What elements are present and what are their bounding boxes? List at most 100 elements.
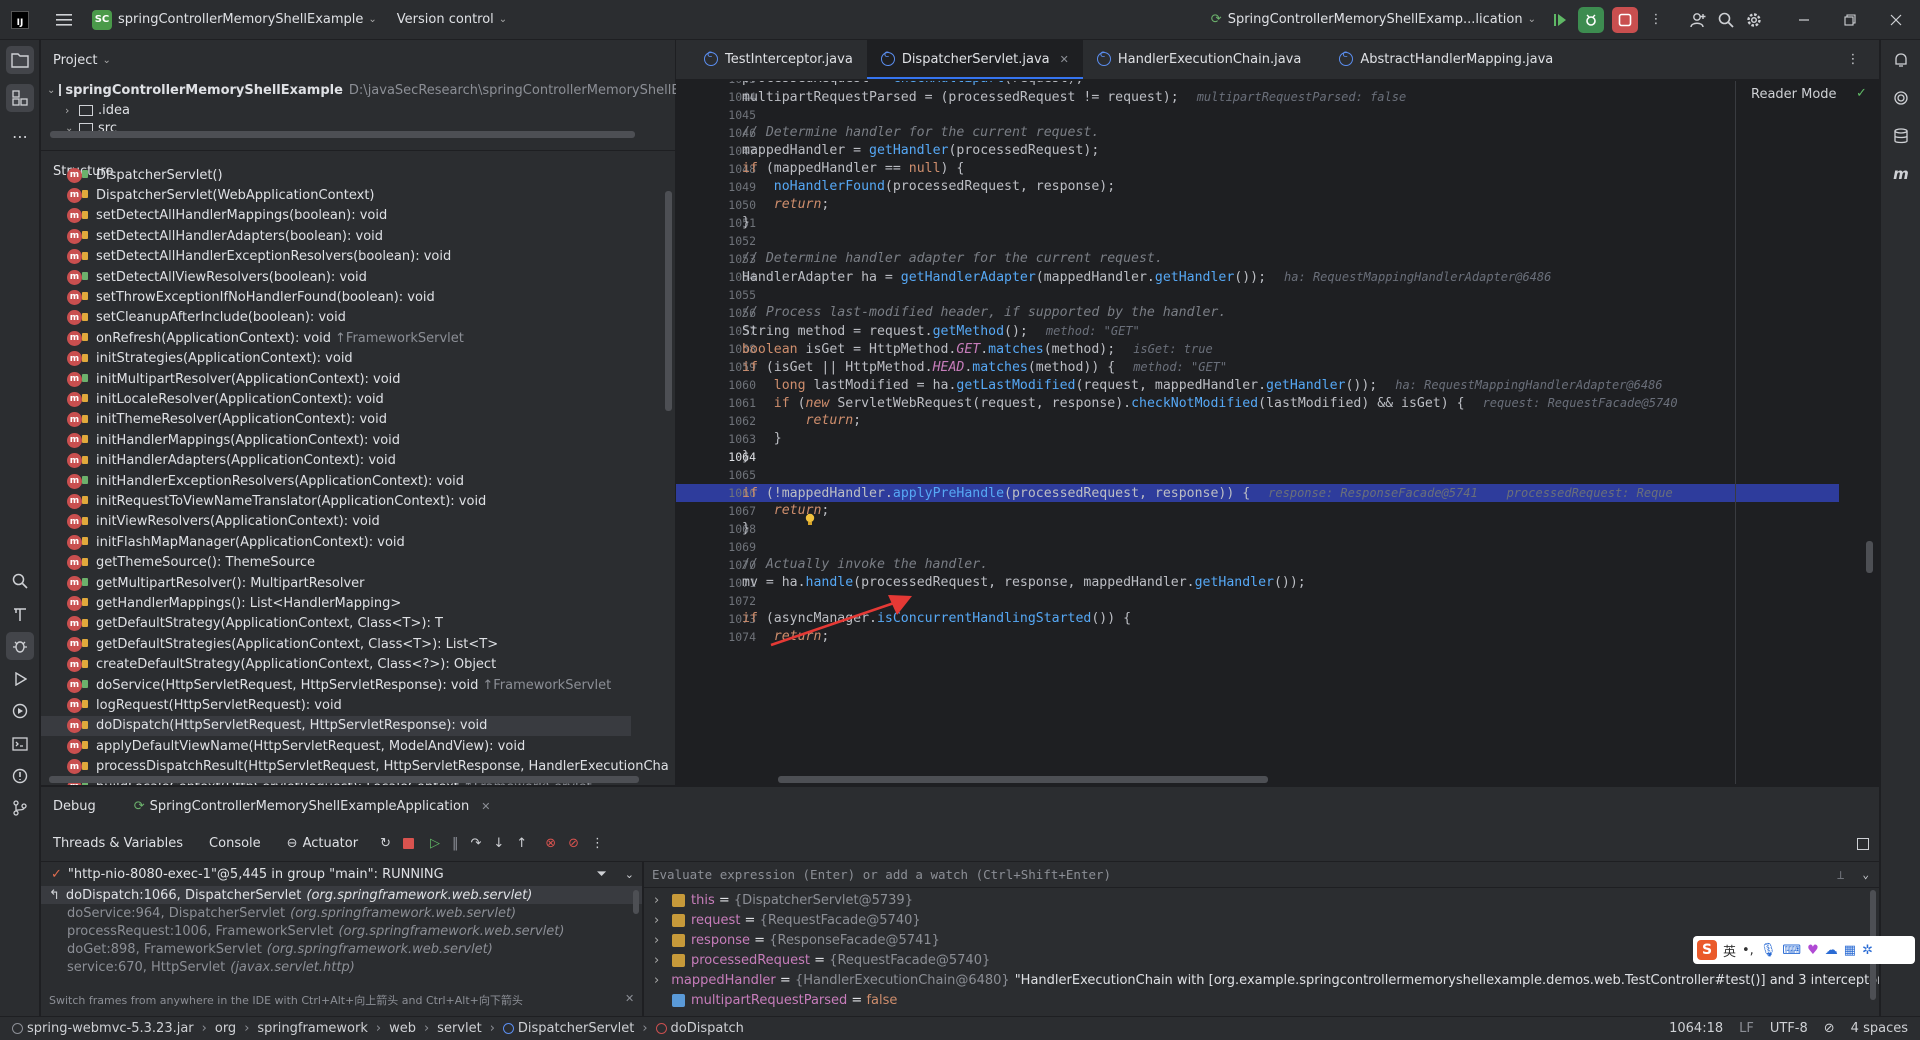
structure-item[interactable]: m doService(HttpServletRequest, HttpServl… <box>41 675 631 695</box>
structure-item[interactable]: m setDetectAllViewResolvers(boolean): voi… <box>41 267 631 287</box>
code-line[interactable]: 1049 noHandlerFound(processedRequest, re… <box>676 178 1879 196</box>
chevron-right-icon[interactable]: › <box>654 893 666 908</box>
structure-item[interactable]: m initStrategies(ApplicationContext): voi… <box>41 349 631 369</box>
stack-frame[interactable]: service:670, HttpServlet (javax.servlet.h… <box>41 958 642 976</box>
code-line[interactable]: 1065 <box>676 466 1879 484</box>
structure-item[interactable]: m setDetectAllHandlerExceptionResolvers(b… <box>41 247 631 267</box>
evaluate-expression-input[interactable]: Evaluate expression (Enter) or add a wat… <box>644 862 1879 888</box>
close-icon[interactable]: ✕ <box>1060 53 1069 66</box>
code-line[interactable]: 1064} <box>676 448 1879 466</box>
debug-icon[interactable] <box>6 632 34 660</box>
code-line[interactable]: 1052 <box>676 232 1879 250</box>
code-line[interactable]: 1057 String method = request.getMethod();… <box>676 322 1879 340</box>
stack-frame[interactable]: doService:964, DispatcherServlet (org.spr… <box>41 904 642 922</box>
structure-item[interactable]: m DispatcherServlet(WebApplicationContext… <box>41 185 631 205</box>
structure-item[interactable]: m initRequestToViewNameTranslator(Applica… <box>41 491 631 511</box>
code-line[interactable]: 1050 return; <box>676 196 1879 214</box>
resume-icon[interactable]: ▷ <box>430 836 440 851</box>
code-line[interactable]: 1055 <box>676 286 1879 304</box>
tab-dispatcher-servlet[interactable]: DispatcherServlet.java ✕ <box>866 39 1083 79</box>
structure-item[interactable]: m initViewResolvers(ApplicationContext): … <box>41 512 631 532</box>
ime-lang-label[interactable]: 英 <box>1723 941 1736 960</box>
close-icon[interactable]: ✕ <box>481 800 490 813</box>
structure-item[interactable]: m getDefaultStrategy(ApplicationContext, … <box>41 614 631 634</box>
code-line[interactable]: 1046// Determine handler for the current… <box>676 124 1879 142</box>
breadcrumb-item[interactable]: org <box>215 1021 236 1036</box>
tab-options-icon[interactable]: ⋮ <box>1839 39 1867 79</box>
chevron-right-icon[interactable]: › <box>654 953 666 968</box>
chevron-down-icon[interactable]: ⌄ <box>625 868 634 881</box>
step-into-icon[interactable]: ↓ <box>493 836 504 851</box>
structure-item[interactable]: m doDispatch(HttpServletRequest, HttpServ… <box>41 715 631 736</box>
structure-item[interactable]: m getDefaultStrategies(ApplicationContext… <box>41 634 631 654</box>
services-icon[interactable] <box>6 697 34 725</box>
close-icon[interactable] <box>1882 6 1910 34</box>
structure-item[interactable]: m logRequest(HttpServletRequest): void <box>41 695 631 715</box>
thread-selector[interactable]: ✓ "http-nio-8080-exec-1"@5,445 in group … <box>41 862 642 886</box>
tab-threads-variables[interactable]: Threads & Variables <box>53 826 183 862</box>
structure-icon[interactable] <box>6 84 34 112</box>
project-panel-header[interactable]: Project ⌄ <box>41 40 675 80</box>
code-line[interactable]: 1045 <box>676 106 1879 124</box>
debug-rerun-button[interactable] <box>1578 6 1604 33</box>
git-icon[interactable] <box>6 794 34 822</box>
structure-item[interactable]: m setThrowExceptionIfNoHandlerFound(boole… <box>41 287 631 307</box>
punctuation-icon[interactable]: •, <box>1742 943 1754 958</box>
add-watch-icon[interactable]: ⊥ <box>1837 867 1845 882</box>
chevron-right-icon[interactable]: › <box>654 933 666 948</box>
search-icon[interactable] <box>6 567 34 595</box>
breadcrumb-item[interactable]: servlet <box>437 1021 482 1036</box>
folder-icon[interactable] <box>6 46 34 74</box>
ime-toolbar[interactable]: S 英 •, 🎙 ⌨ ♥ ☁ ▦ ✲ <box>1693 936 1915 964</box>
structure-item[interactable]: m setDetectAllHandlerAdapters(boolean): v… <box>41 226 631 246</box>
reader-mode-button[interactable]: Reader Mode <box>1751 87 1837 102</box>
notifications-icon[interactable] <box>1887 46 1915 74</box>
rerun-icon[interactable]: ↻ <box>380 836 391 851</box>
structure-item[interactable]: m getHandlerMappings(): List<HandlerMappi… <box>41 593 631 613</box>
grid-icon[interactable]: ▦ <box>1844 943 1856 958</box>
ai-assistant-icon[interactable] <box>1887 84 1915 112</box>
code-line[interactable]: 1054 HandlerAdapter ha = getHandlerAdapte… <box>676 268 1879 286</box>
code-line[interactable]: 1061 if (new ServletWebRequest(request, … <box>676 394 1879 412</box>
minimize-icon[interactable] <box>1790 6 1818 34</box>
add-user-icon[interactable] <box>1684 6 1712 34</box>
run-config-selector[interactable]: ⟳ SpringControllerMemoryShellExamp...lic… <box>1211 12 1536 27</box>
tab-test-interceptor[interactable]: TestInterceptor.java <box>690 39 867 79</box>
structure-item[interactable]: m setCleanupAfterInclude(boolean): void <box>41 308 631 328</box>
resume-icon[interactable] <box>1546 6 1574 34</box>
stack-frame[interactable]: ↰ doDispatch:1066, DispatcherServlet (org.… <box>41 886 642 904</box>
breadcrumb-item[interactable]: doDispatch <box>655 1021 744 1036</box>
code-line[interactable]: 1060 long lastModified = ha.getLastModif… <box>676 376 1879 394</box>
code-line[interactable]: 1056// Process last-modified header, if … <box>676 304 1879 322</box>
caret-position[interactable]: 1064:18 <box>1669 1021 1723 1036</box>
code-line[interactable]: 1044 multipartRequestParsed = (processedR… <box>676 88 1879 106</box>
variable-row[interactable]: › this = {DispatcherServlet@5739} <box>644 890 1879 910</box>
structure-item[interactable]: m DispatcherServlet() <box>41 165 631 185</box>
tab-abstract-handler-mapping[interactable]: AbstractHandlerMapping.java <box>1325 39 1567 79</box>
code-line[interactable]: 1067 return; <box>676 502 1879 520</box>
lightbulb-icon[interactable] <box>804 513 816 527</box>
stack-frame[interactable]: processRequest:1006, FrameworkServlet (or… <box>41 922 642 940</box>
chevron-right-icon[interactable]: › <box>654 913 666 928</box>
code-line[interactable]: 1058 boolean isGet = HttpMethod.GET.match… <box>676 340 1879 358</box>
tab-actuator[interactable]: ⊖ Actuator <box>287 836 358 851</box>
debug-session-tab[interactable]: ⟳ SpringControllerMemoryShellExampleAppl… <box>134 799 491 814</box>
code-line[interactable]: 1051} <box>676 214 1879 232</box>
structure-item[interactable]: m initHandlerExceptionResolvers(Applicati… <box>41 471 631 491</box>
code-line[interactable]: 1053// Determine handler adapter for the… <box>676 250 1879 268</box>
structure-item[interactable]: m initHandlerAdapters(ApplicationContext)… <box>41 451 631 471</box>
structure-item[interactable]: m initLocaleResolver(ApplicationContext):… <box>41 389 631 409</box>
problems-icon[interactable] <box>6 762 34 790</box>
layout-icon[interactable] <box>1857 837 1869 850</box>
gear-icon[interactable] <box>1740 6 1768 34</box>
structure-item[interactable]: m onRefresh(ApplicationContext): void ↑Fra… <box>41 328 631 348</box>
terminal-icon[interactable] <box>6 730 34 758</box>
frames-scrollbar[interactable] <box>633 890 639 914</box>
mute-breakpoints-icon[interactable]: ⊘ <box>568 836 579 851</box>
run-icon[interactable] <box>6 665 34 693</box>
step-over-icon[interactable]: ↷ <box>470 836 481 851</box>
structure-item[interactable]: m getMultipartResolver(): MultipartResolv… <box>41 573 631 593</box>
settings-icon[interactable]: ✲ <box>1862 943 1873 958</box>
skin-icon[interactable]: ♥ <box>1807 943 1819 958</box>
close-icon[interactable]: ✕ <box>625 992 634 1005</box>
